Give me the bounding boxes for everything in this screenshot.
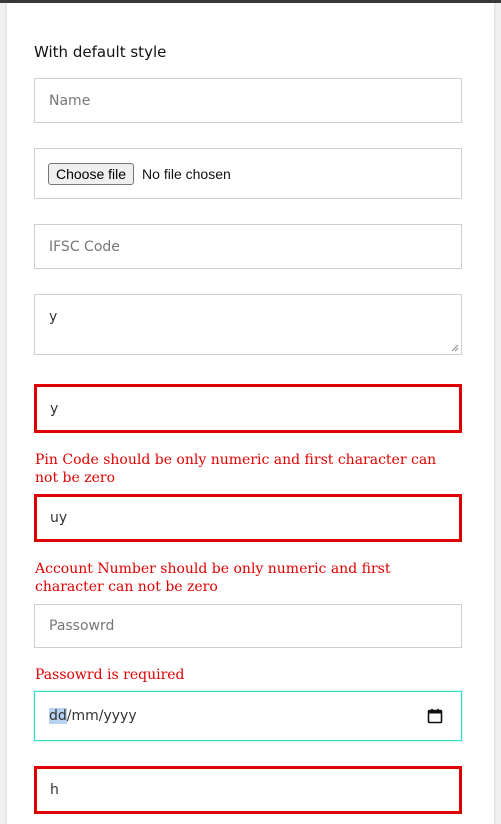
section-title: With default style [34,43,167,61]
choose-file-button[interactable]: Choose file [48,162,135,185]
ifsc-input[interactable]: IFSC Code [34,224,462,269]
date-rest-segment: /mm/yyyy [66,708,137,724]
pincode-error: Pin Code should be only numeric and firs… [35,452,437,486]
account-number-input[interactable]: uy [34,494,462,542]
password-error: Passowrd is required [35,667,185,683]
account-number-error: Account Number should be only numeric an… [35,561,391,595]
name-placeholder: Name [49,92,91,109]
address-textarea[interactable]: y [34,294,462,355]
password-input[interactable]: Passowrd [34,604,462,648]
password-placeholder: Passowrd [49,618,115,634]
calendar-icon[interactable] [427,708,443,724]
ifsc-placeholder: IFSC Code [49,238,120,255]
pincode-value: y [50,400,59,417]
textarea-value: y [49,309,58,325]
name-input[interactable]: Name [34,78,462,123]
account-number-value: uy [50,510,68,526]
page: With default style Name Choose file No f… [0,0,501,824]
last-input[interactable]: h [34,766,462,814]
resize-handle-icon[interactable] [451,344,459,352]
file-status: No file chosen [142,165,231,182]
pincode-input[interactable]: y [34,384,462,433]
file-input[interactable]: Choose file No file chosen [34,148,462,199]
last-input-value: h [50,782,59,798]
date-input[interactable]: dd/mm/yyyy [34,691,462,741]
date-day-segment[interactable]: dd [49,708,67,724]
